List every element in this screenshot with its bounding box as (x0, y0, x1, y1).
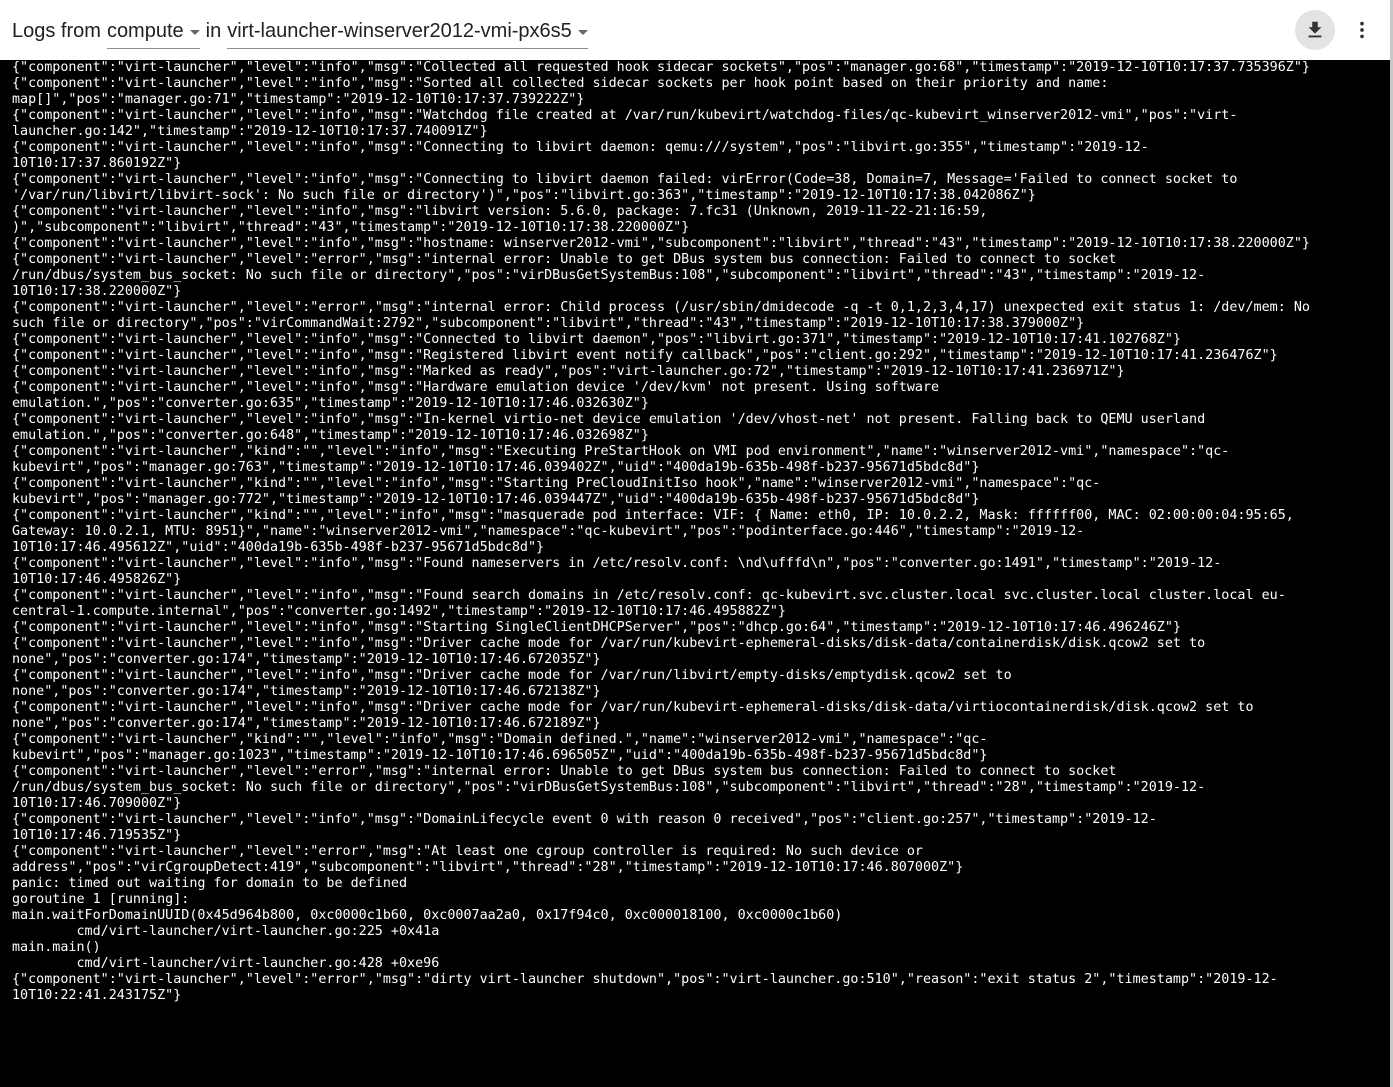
pod-select[interactable]: virt-launcher-winserver2012-vmi-px6s5 (227, 18, 588, 49)
log-line: {"component":"virt-launcher","kind":"","… (12, 476, 1101, 491)
log-output: {"component":"virt-launcher","level":"in… (12, 60, 1387, 1004)
more-options-button[interactable] (1342, 10, 1382, 50)
log-line: '/var/run/libvirt/libvirt-sock': No such… (12, 188, 1036, 203)
log-line: {"component":"virt-launcher","level":"in… (12, 700, 1254, 715)
log-line: cmd/virt-launcher/virt-launcher.go:225 +… (12, 924, 440, 939)
log-line: {"component":"virt-launcher","level":"in… (12, 364, 1125, 379)
log-line: {"component":"virt-launcher","level":"in… (12, 620, 1181, 635)
log-line: kubevirt","pos":"manager.go:772","timest… (12, 492, 980, 507)
log-line: {"component":"virt-launcher","kind":"","… (12, 508, 1294, 523)
log-line: {"component":"virt-launcher","level":"in… (12, 668, 1012, 683)
log-line: main.waitForDomainUUID(0x45d964b800, 0xc… (12, 908, 843, 923)
log-line: none","pos":"converter.go:174","timestam… (12, 684, 601, 699)
log-line: kubevirt","pos":"manager.go:1023","times… (12, 748, 988, 763)
log-line: {"component":"virt-launcher","level":"er… (12, 972, 1278, 987)
log-toolbar: Logs from compute in virt-launcher-winse… (0, 0, 1393, 60)
log-line: )","subcomponent":"libvirt","thread":"43… (12, 220, 690, 235)
log-line: {"component":"virt-launcher","kind":"","… (12, 732, 988, 747)
log-line: {"component":"virt-launcher","level":"in… (12, 556, 1222, 571)
log-line: main.main() (12, 940, 101, 955)
download-icon (1308, 21, 1322, 38)
log-line: {"component":"virt-launcher","level":"in… (12, 636, 1206, 651)
pod-select-value: virt-launcher-winserver2012-vmi-px6s5 (227, 20, 572, 42)
log-line: {"component":"virt-launcher","level":"in… (12, 204, 988, 219)
log-line: address","pos":"virCgroupDetect:419","su… (12, 860, 964, 875)
log-line: none","pos":"converter.go:174","timestam… (12, 652, 601, 667)
log-line: 10T10:17:46.719535Z"} (12, 828, 182, 843)
log-line: {"component":"virt-launcher","level":"in… (12, 348, 1278, 363)
log-line: {"component":"virt-launcher","level":"er… (12, 844, 923, 859)
log-line: {"component":"virt-launcher","level":"in… (12, 332, 1181, 347)
log-line: {"component":"virt-launcher","level":"in… (12, 812, 1157, 827)
log-line: panic: timed out waiting for domain to b… (12, 876, 408, 891)
log-line: {"component":"virt-launcher","level":"in… (12, 588, 1286, 603)
log-line: kubevirt","pos":"manager.go:763","timest… (12, 460, 980, 475)
log-line: 10T10:22:41.243175Z"} (12, 988, 182, 1003)
log-line: {"component":"virt-launcher","level":"in… (12, 380, 940, 395)
log-line: {"component":"virt-launcher","level":"in… (12, 236, 1310, 251)
log-line: 10T10:17:46.495826Z"} (12, 572, 182, 587)
log-line: none","pos":"converter.go:174","timestam… (12, 716, 601, 731)
log-line: emulation.","pos":"converter.go:648","ti… (12, 428, 649, 443)
log-line: 10T10:17:46.495612Z","uid":"400da19b-635… (12, 540, 545, 555)
log-line: {"component":"virt-launcher","level":"in… (12, 140, 1149, 155)
log-line: {"component":"virt-launcher","level":"in… (12, 60, 1310, 75)
log-line: {"component":"virt-launcher","level":"er… (12, 764, 1117, 779)
log-line: map[]","pos":"manager.go:71","timestamp"… (12, 92, 585, 107)
log-line: {"component":"virt-launcher","level":"in… (12, 412, 1206, 427)
log-line: /run/dbus/system_bus_socket: No such fil… (12, 268, 1206, 283)
container-select[interactable]: compute (106, 18, 200, 49)
log-line: Gateway: 10.0.2.1, MTU: 8951}","name":"w… (12, 524, 1085, 539)
log-line: {"component":"virt-launcher","level":"er… (12, 252, 1117, 267)
log-line: 10T10:17:37.860192Z"} (12, 156, 182, 171)
chevron-down-icon (189, 30, 200, 35)
more-vert-icon (1360, 21, 1364, 39)
log-line: {"component":"virt-launcher","level":"in… (12, 76, 1109, 91)
log-line: launcher.go:142","timestamp":"2019-12-10… (12, 124, 488, 139)
logs-from-label: Logs from (12, 20, 101, 42)
log-line: {"component":"virt-launcher","kind":"","… (12, 444, 1230, 459)
log-line: emulation.","pos":"converter.go:635","ti… (12, 396, 649, 411)
download-logs-button[interactable] (1295, 10, 1335, 50)
log-title: Logs from compute in virt-launcher-winse… (12, 18, 594, 49)
log-line: 10T10:17:46.709000Z"} (12, 796, 182, 811)
log-line: central-1.compute.internal","pos":"conve… (12, 604, 786, 619)
log-line: such file or directory","pos":"virComman… (12, 316, 1085, 331)
log-line: {"component":"virt-launcher","level":"er… (12, 300, 1310, 315)
chevron-down-icon (577, 30, 588, 35)
log-line: 10T10:17:38.220000Z"} (12, 284, 182, 299)
container-select-value: compute (106, 20, 184, 42)
log-line: {"component":"virt-launcher","level":"in… (12, 172, 1238, 187)
log-line: goroutine 1 [running]: (12, 892, 190, 907)
log-line: {"component":"virt-launcher","level":"in… (12, 108, 1238, 123)
log-line: cmd/virt-launcher/virt-launcher.go:428 +… (12, 956, 440, 971)
log-line: /run/dbus/system_bus_socket: No such fil… (12, 780, 1206, 795)
in-label: in (205, 20, 222, 42)
